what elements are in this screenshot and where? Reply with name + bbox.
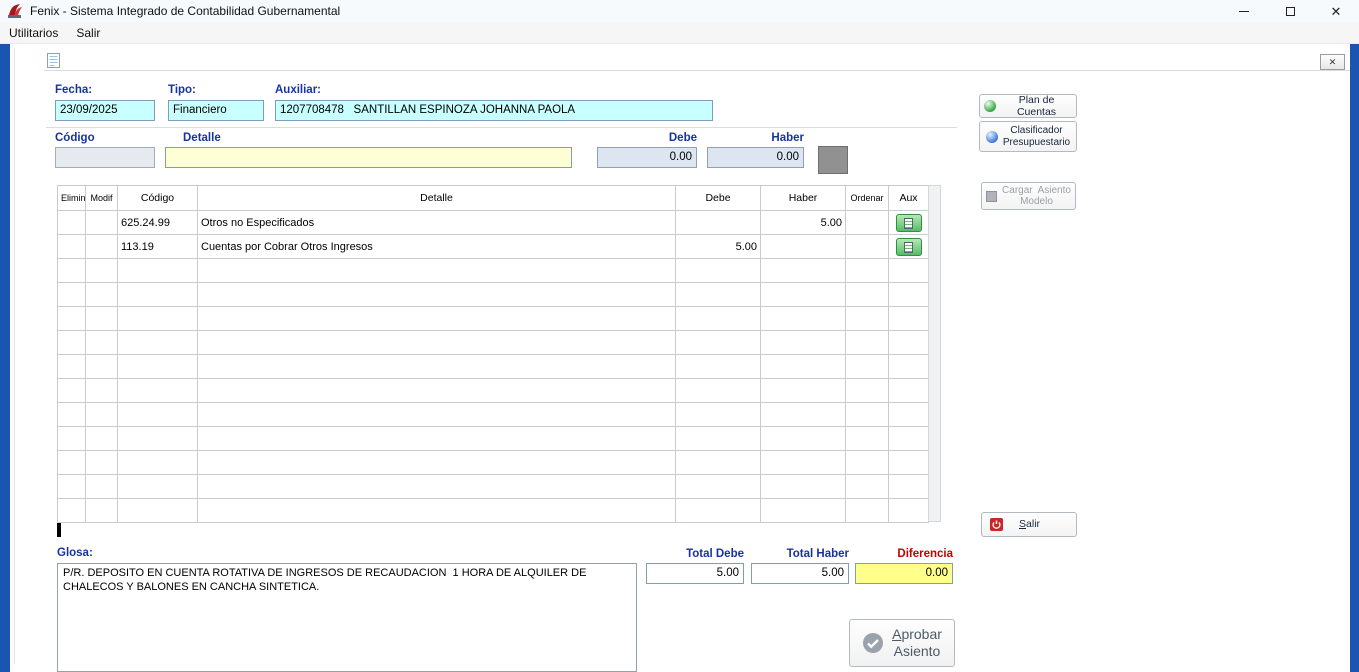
auxiliar-label: Auxiliar:	[275, 84, 321, 96]
grid-row[interactable]	[58, 403, 929, 427]
grid-row[interactable]	[58, 499, 929, 523]
window-controls: ✕	[1221, 0, 1359, 22]
aux-detail-button[interactable]	[896, 238, 922, 256]
document-icon	[904, 242, 913, 253]
form-close-icon: ✕	[1329, 57, 1337, 68]
col-ordenar: Ordenar	[846, 186, 889, 211]
col-codigo: Código	[118, 186, 198, 211]
fields-separator	[46, 127, 957, 128]
grid-row[interactable]: 113.19Cuentas por Cobrar Otros Ingresos5…	[58, 235, 929, 259]
close-icon: ✕	[1331, 5, 1342, 18]
grid-row[interactable]	[58, 379, 929, 403]
cargar-label-line1: Cargar Asiento	[1002, 185, 1071, 197]
entries-grid: Elimin Modif Código Detalle Debe Haber O…	[57, 185, 929, 523]
haber-entry-label: Haber	[707, 132, 804, 144]
fecha-label: Fecha:	[55, 84, 92, 96]
col-haber: Haber	[761, 186, 846, 211]
titlebar: Fenix - Sistema Integrado de Contabilida…	[0, 0, 1359, 22]
menubar: Utilitarios Salir	[0, 22, 1359, 44]
cargar-label-line2: Modelo	[1002, 196, 1071, 208]
minimize-icon	[1239, 11, 1249, 12]
col-aux: Aux	[889, 186, 929, 211]
col-detalle: Detalle	[198, 186, 676, 211]
detalle-entry-label: Detalle	[183, 132, 221, 144]
diferencia-label: Diferencia	[855, 548, 953, 560]
grid-body: 625.24.99Otros no Especificados5.00113.1…	[58, 211, 929, 523]
header-separator	[44, 70, 1350, 71]
aprobar-label-line1: Aprobar	[892, 626, 942, 643]
clasificador-presupuestario-button[interactable]: Clasificador Presupuestario	[979, 121, 1077, 152]
document-icon	[904, 218, 913, 229]
haber-entry-field[interactable]: 0.00	[707, 147, 804, 168]
glosa-label: Glosa:	[57, 547, 93, 559]
plan-de-cuentas-label: Plan de Cuentas	[1001, 94, 1072, 118]
col-debe: Debe	[676, 186, 761, 211]
clasificador-label-line1: Clasificador	[1003, 125, 1070, 137]
green-sphere-icon	[984, 100, 996, 112]
aprobar-asiento-button[interactable]: Aprobar Asiento	[849, 619, 955, 667]
tipo-label: Tipo:	[168, 84, 196, 96]
total-debe-value: 5.00	[646, 563, 744, 584]
codigo-entry-field[interactable]	[55, 147, 155, 168]
cargar-asiento-modelo-button[interactable]: Cargar Asiento Modelo	[981, 182, 1076, 210]
gray-square-icon	[986, 191, 997, 202]
salir-label: Salir	[1019, 518, 1040, 530]
check-circle-icon	[862, 632, 884, 654]
grid-row[interactable]	[58, 427, 929, 451]
close-button[interactable]: ✕	[1313, 0, 1359, 22]
app-logo-icon	[7, 3, 23, 19]
power-icon	[990, 518, 1003, 531]
grid-row[interactable]	[58, 307, 929, 331]
fecha-field[interactable]: 23/09/2025	[55, 100, 155, 121]
grid-header-row: Elimin Modif Código Detalle Debe Haber O…	[58, 186, 929, 211]
detalle-entry-field[interactable]	[165, 147, 572, 168]
debe-entry-field[interactable]: 0.00	[597, 147, 697, 168]
window-edge-right	[1350, 44, 1359, 672]
menu-salir[interactable]: Salir	[67, 22, 109, 43]
plan-de-cuentas-button[interactable]: Plan de Cuentas	[979, 94, 1077, 118]
grid-row[interactable]	[58, 331, 929, 355]
grid-row[interactable]	[58, 355, 929, 379]
menu-utilitarios[interactable]: Utilitarios	[0, 22, 67, 43]
grid-row[interactable]	[58, 259, 929, 283]
auxiliar-field[interactable]: 1207708478 SANTILLAN ESPINOZA JOHANNA PA…	[275, 100, 713, 121]
salir-button[interactable]: Salir	[981, 512, 1077, 537]
aux-detail-button[interactable]	[896, 214, 922, 232]
grid-vertical-scrollbar[interactable]	[928, 185, 941, 522]
maximize-button[interactable]	[1267, 0, 1313, 22]
form-close-button[interactable]: ✕	[1320, 54, 1345, 70]
codigo-entry-label: Código	[55, 132, 95, 144]
total-haber-value: 5.00	[751, 563, 849, 584]
clasificador-label-line2: Presupuestario	[1003, 137, 1070, 149]
aprobar-label-line2: Asiento	[892, 643, 942, 660]
grid-row[interactable]: 625.24.99Otros no Especificados5.00	[58, 211, 929, 235]
minimize-button[interactable]	[1221, 0, 1267, 22]
app-window: Fenix - Sistema Integrado de Contabilida…	[0, 0, 1359, 672]
grid-row[interactable]	[58, 283, 929, 307]
left-panel-divider	[14, 48, 15, 664]
col-modif: Modif	[86, 186, 118, 211]
entry-action-button[interactable]	[818, 146, 848, 174]
diferencia-value: 0.00	[855, 563, 953, 584]
maximize-icon	[1286, 7, 1295, 16]
window-title: Fenix - Sistema Integrado de Contabilida…	[30, 4, 340, 18]
total-haber-label: Total Haber	[751, 548, 849, 560]
grid-row[interactable]	[58, 451, 929, 475]
debe-entry-label: Debe	[597, 132, 697, 144]
total-debe-label: Total Debe	[646, 548, 744, 560]
window-edge-left	[0, 44, 10, 672]
grid-row[interactable]	[58, 475, 929, 499]
blue-sphere-icon	[986, 131, 998, 143]
grid-caret	[57, 523, 61, 537]
tipo-field[interactable]: Financiero	[168, 100, 264, 121]
glosa-field[interactable]: P/R. DEPOSITO EN CUENTA ROTATIVA DE INGR…	[57, 563, 637, 672]
col-elimin: Elimin	[58, 186, 86, 211]
